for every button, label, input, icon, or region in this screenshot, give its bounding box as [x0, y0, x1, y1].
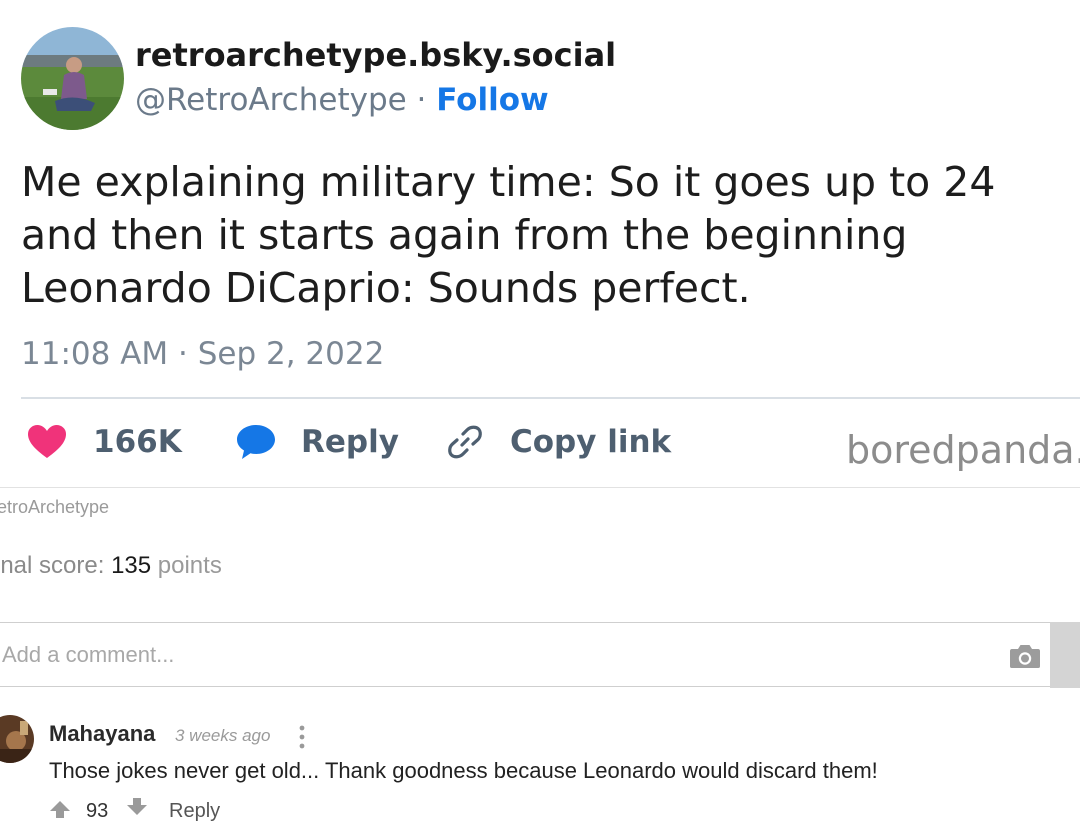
author-display-name[interactable]: retroarchetype.bsky.social: [135, 36, 616, 74]
post-timestamp[interactable]: 11:08 AM · Sep 2, 2022: [21, 336, 384, 372]
handle-separator: ·: [406, 82, 437, 118]
post-text-line: Me explaining military time: So it goes …: [21, 158, 996, 206]
score-label: inal score:: [0, 552, 105, 579]
author-handle-line: @RetroArchetype · Follow: [135, 82, 549, 118]
post-text-line: Leonardo DiCaprio: Sounds perfect.: [21, 264, 751, 312]
camera-icon[interactable]: [1009, 643, 1041, 673]
comment-box: [0, 622, 1050, 687]
source-credit[interactable]: etroArchetype: [0, 497, 109, 518]
like-button[interactable]: 166K: [27, 420, 182, 464]
commenter-name[interactable]: Mahayana: [49, 721, 155, 747]
post-divider: [21, 397, 1080, 399]
speech-bubble-icon: [236, 423, 276, 461]
author-handle[interactable]: @RetroArchetype: [135, 82, 407, 118]
link-icon: [446, 423, 484, 461]
upvote-arrow-icon[interactable]: [49, 800, 71, 822]
reply-button[interactable]: Reply: [236, 420, 399, 464]
comment-age: 3 weeks ago: [175, 726, 271, 745]
score-value: 135: [111, 552, 152, 579]
copy-link-label: Copy link: [510, 424, 672, 460]
reply-label: Reply: [301, 424, 399, 460]
commenter-avatar[interactable]: [0, 715, 34, 763]
like-count: 166K: [93, 424, 182, 460]
vote-count: 93: [86, 800, 109, 822]
score-unit: points: [157, 552, 222, 579]
follow-button[interactable]: Follow: [436, 82, 548, 118]
post-body: Me explaining military time: So it goes …: [21, 156, 1071, 315]
comment-input[interactable]: [0, 623, 992, 686]
comment-reply-button[interactable]: Reply: [169, 800, 220, 823]
final-score: inal score: 135 points: [0, 552, 222, 580]
downvote-arrow-icon[interactable]: [126, 798, 148, 820]
section-divider: [0, 487, 1080, 488]
heart-icon: [27, 424, 67, 460]
site-watermark: boredpanda.c: [846, 428, 1080, 472]
profile-avatar[interactable]: [21, 27, 124, 130]
post-text-line: and then it starts again from the beginn…: [21, 211, 908, 259]
copy-link-button[interactable]: Copy link: [446, 420, 671, 464]
more-vertical-icon[interactable]: [294, 724, 310, 750]
comment-submit-button[interactable]: [1050, 622, 1080, 688]
comment-text: Those jokes never get old... Thank goodn…: [49, 758, 878, 783]
